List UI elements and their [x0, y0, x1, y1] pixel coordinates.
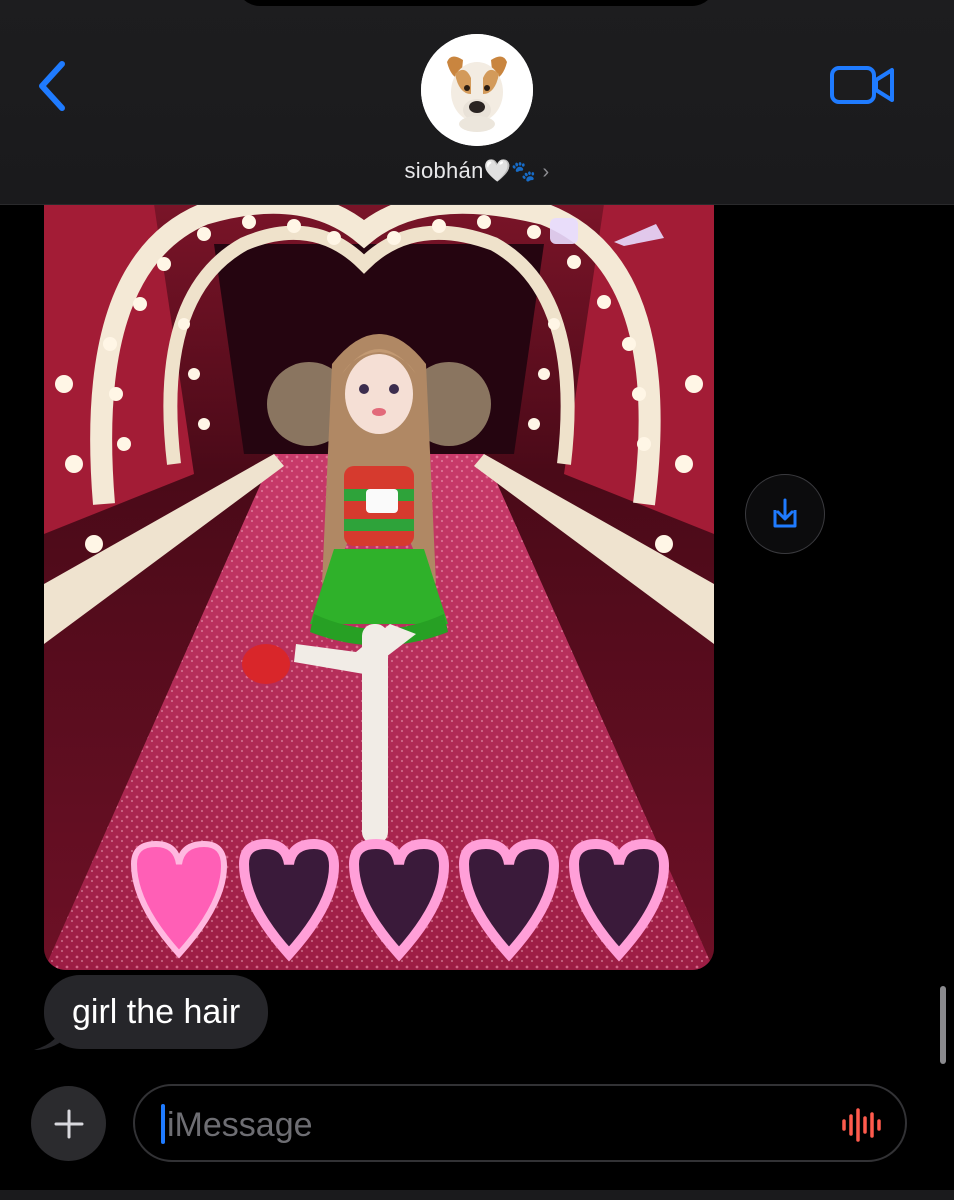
scrollbar[interactable] — [940, 986, 946, 1064]
game-screenshot-image — [44, 204, 714, 970]
chevron-right-icon: › — [542, 161, 550, 183]
facetime-video-button[interactable] — [828, 62, 898, 108]
white-heart-emoji: 🤍 — [483, 158, 512, 183]
text-cursor — [161, 1104, 165, 1144]
dog-avatar-image — [421, 34, 533, 146]
plus-icon — [54, 1109, 83, 1138]
paw-prints-emoji: 🐾 — [511, 161, 537, 183]
input-placeholder: iMessage — [167, 1106, 313, 1144]
contact-name: siobhán — [404, 158, 484, 183]
video-camera-icon — [830, 66, 894, 104]
conversation-header: siobhán🤍🐾 › — [0, 0, 954, 205]
save-image-button[interactable] — [745, 474, 825, 554]
download-icon — [773, 498, 797, 528]
apps-plus-button[interactable] — [31, 1086, 106, 1161]
contact-name-row[interactable]: siobhán🤍🐾 › — [0, 158, 954, 184]
back-button[interactable] — [30, 58, 76, 114]
chevron-left-icon — [39, 61, 65, 111]
bottom-edge — [0, 1190, 954, 1200]
message-text: girl the hair — [72, 992, 241, 1031]
contact-avatar[interactable] — [421, 34, 533, 146]
message-bubble[interactable]: girl the hair — [44, 975, 269, 1049]
notch — [236, 0, 716, 6]
audio-waveform-icon — [842, 1108, 881, 1142]
audio-message-button[interactable] — [839, 1106, 885, 1144]
imessage-input[interactable]: iMessage — [133, 1084, 907, 1162]
image-message[interactable] — [44, 204, 714, 970]
